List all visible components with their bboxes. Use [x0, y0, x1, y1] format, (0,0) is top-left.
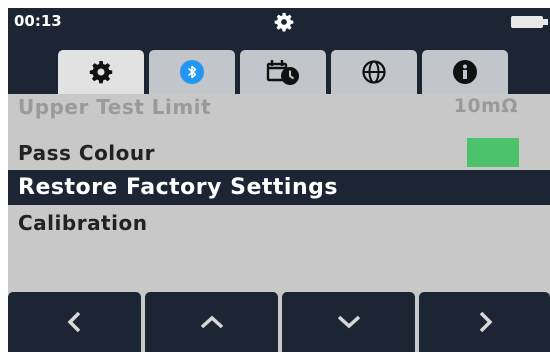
nav-left-button[interactable]: [8, 292, 141, 352]
bluetooth-icon: [180, 60, 204, 84]
settings-menu: Upper Test Limit 10mΩ Pass Colour Restor…: [8, 94, 550, 290]
chevron-down-icon: [337, 315, 360, 329]
nav-bar: [8, 290, 550, 352]
nav-up-button[interactable]: [145, 292, 278, 352]
menu-item-value: 10mΩ: [453, 95, 518, 117]
globe-icon: [362, 60, 386, 84]
menu-item-upper-test-limit[interactable]: Upper Test Limit 10mΩ: [8, 94, 550, 129]
menu-item-calibration[interactable]: Calibration: [8, 205, 550, 240]
menu-item-label: Restore Factory Settings: [18, 175, 338, 200]
chevron-left-icon: [67, 311, 80, 333]
tab-language[interactable]: [331, 50, 417, 94]
device-screen: 00:13 Upper Test Limit 10mΩ Pass Colour …: [8, 8, 550, 352]
tab-bluetooth[interactable]: [149, 50, 235, 94]
battery-tip: [543, 19, 548, 25]
tab-date-time[interactable]: [240, 50, 326, 94]
menu-item-label: Calibration: [18, 211, 148, 235]
menu-item-pass-colour[interactable]: Pass Colour: [8, 135, 550, 170]
date-time-icon: [266, 60, 299, 85]
chevron-right-icon: [479, 311, 492, 333]
nav-right-button[interactable]: [419, 292, 550, 352]
tab-bar: [8, 36, 550, 94]
menu-item-restore-factory-settings[interactable]: Restore Factory Settings: [8, 170, 550, 205]
pass-colour-swatch: [467, 138, 519, 167]
clock-time: 00:13: [14, 12, 62, 30]
menu-item-label: Pass Colour: [18, 141, 156, 165]
gear-icon: [89, 61, 113, 84]
tab-settings[interactable]: [58, 50, 144, 94]
gear-icon: [274, 12, 294, 32]
nav-down-button[interactable]: [282, 292, 415, 352]
battery-icon: [511, 16, 543, 28]
chevron-up-icon: [200, 315, 223, 329]
info-icon: [453, 60, 477, 84]
tab-info[interactable]: [422, 50, 508, 94]
menu-item-label: Upper Test Limit: [18, 95, 212, 119]
status-bar: 00:13: [8, 8, 550, 36]
